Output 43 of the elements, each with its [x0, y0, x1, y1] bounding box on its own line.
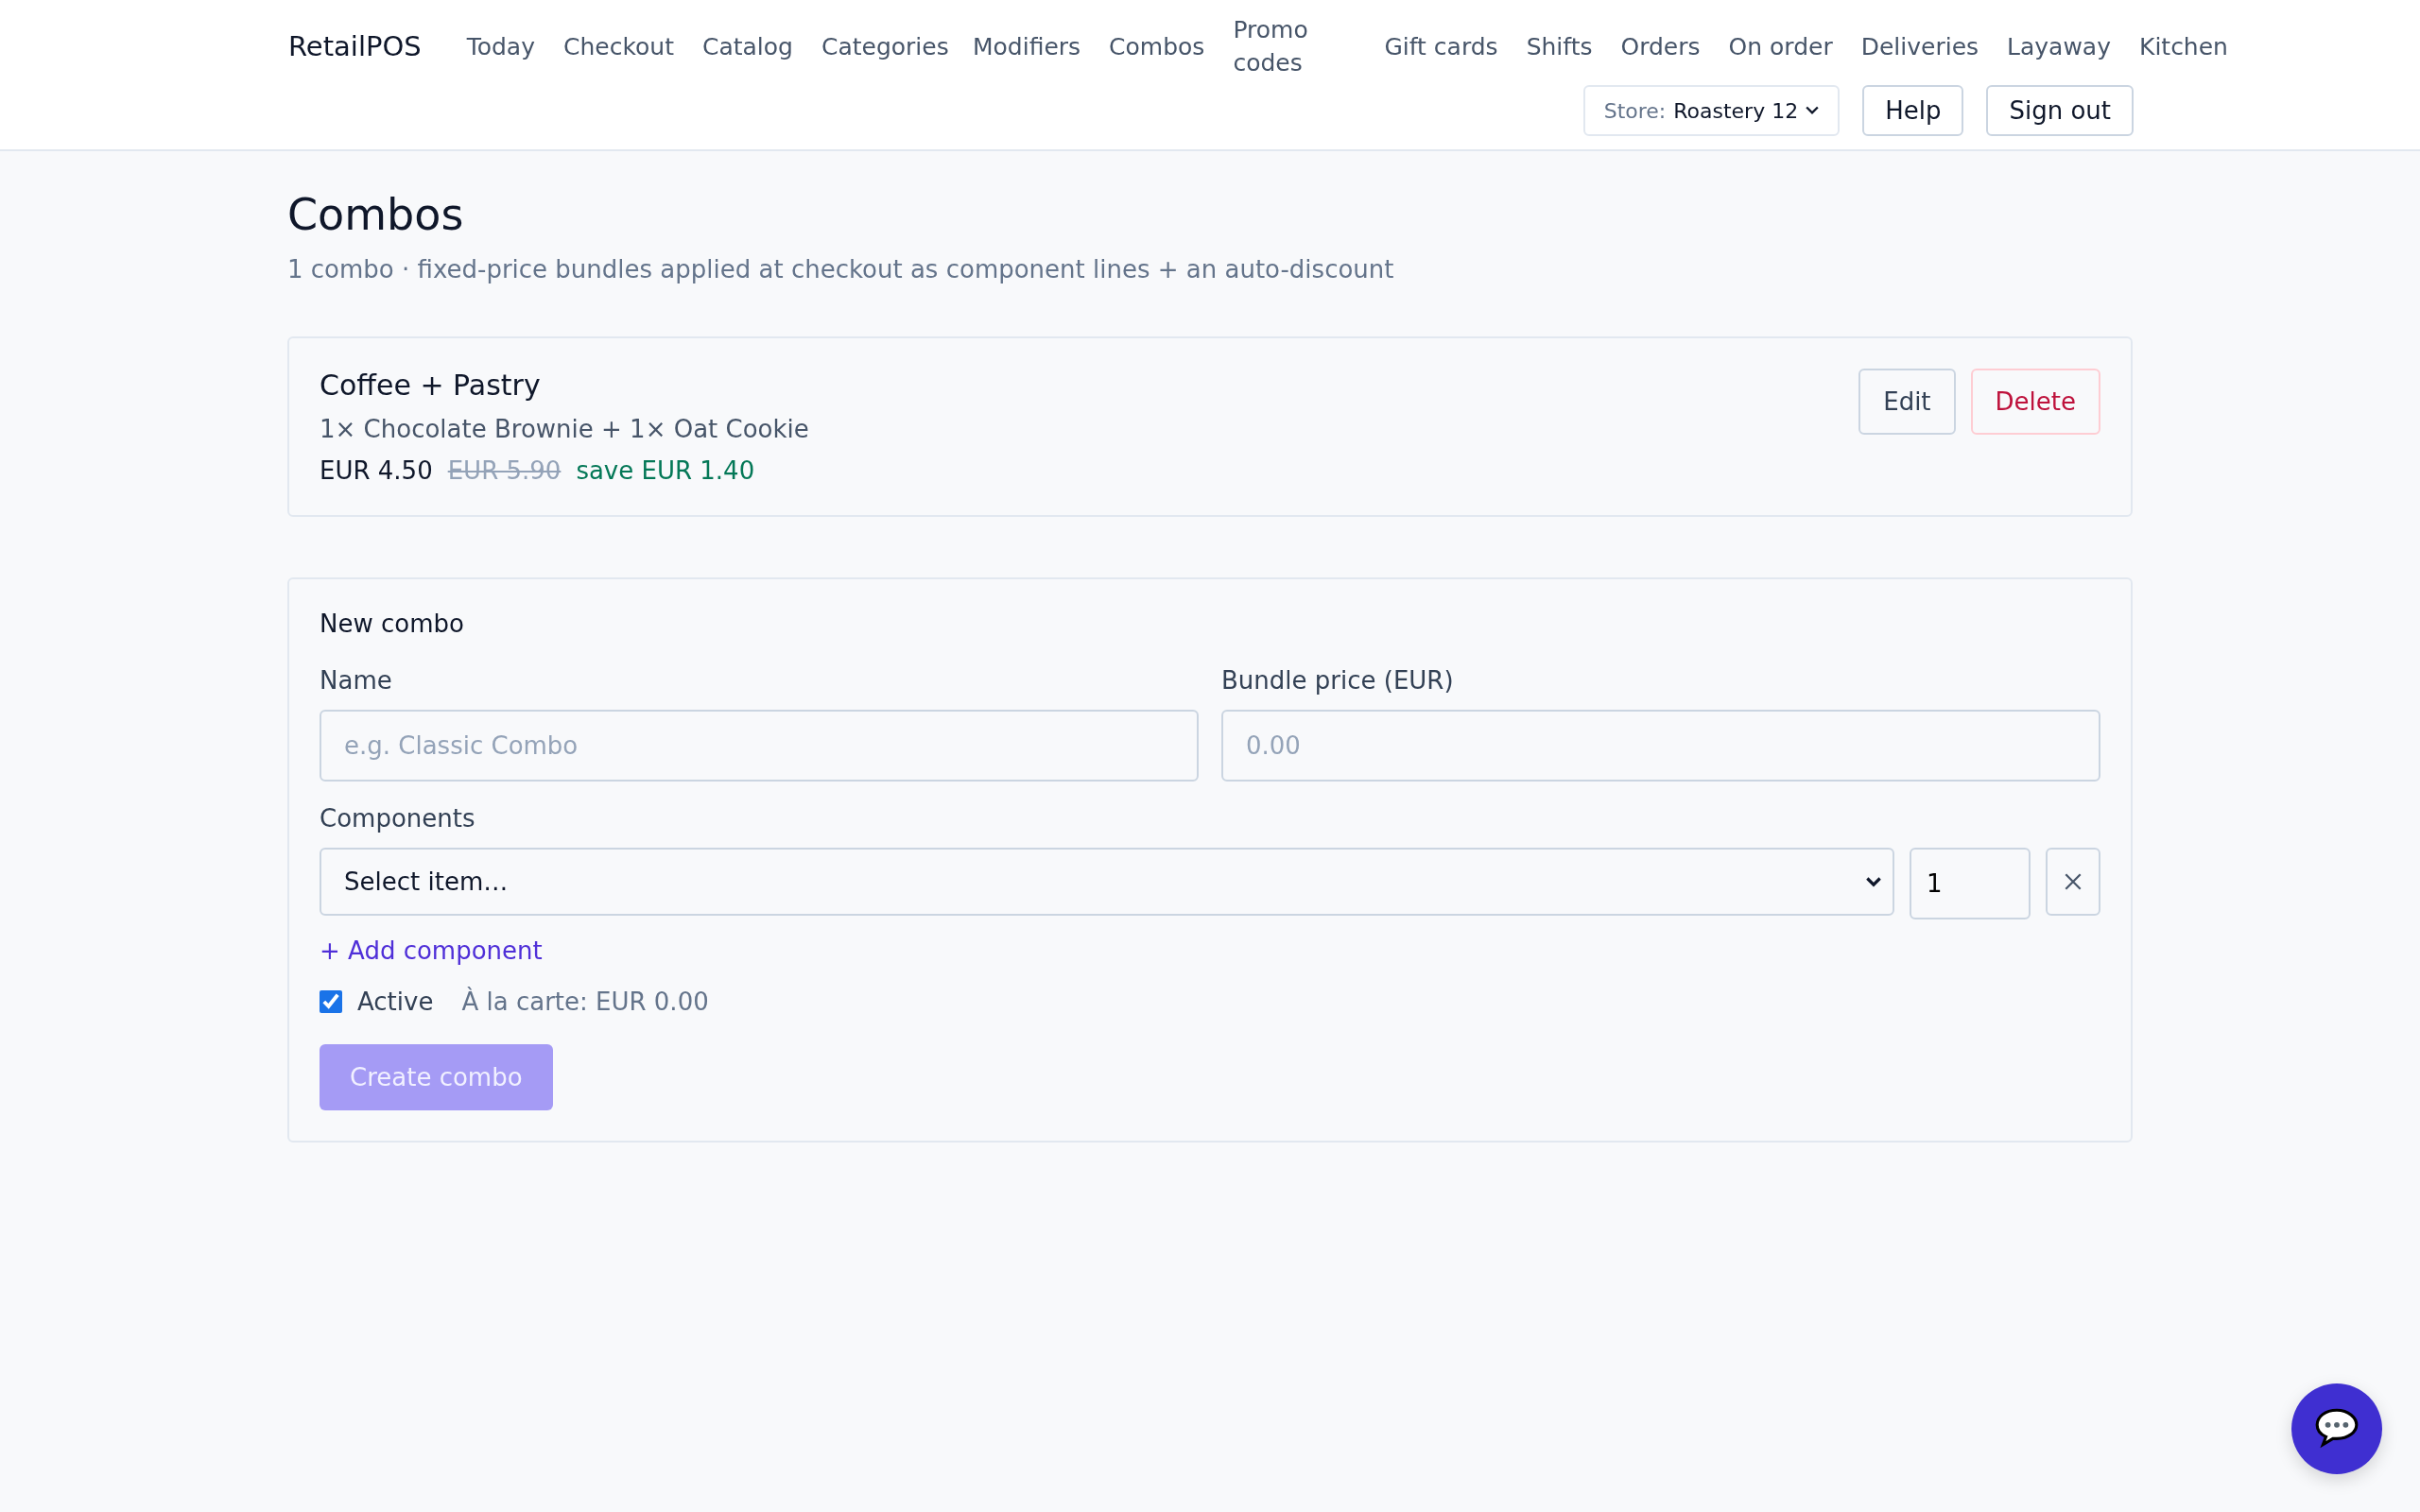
caret-icon: [1806, 106, 1820, 115]
combo-components: 1× Chocolate Brownie + 1× Oat Cookie: [320, 415, 809, 443]
edit-button[interactable]: Edit: [1858, 369, 1956, 435]
close-icon: [2063, 871, 2083, 892]
nav-link[interactable]: Kitchen: [2139, 29, 2228, 63]
page-subtitle: 1 combo · fixed-price bundles applied at checkout as component lines + an auto-discount: [287, 255, 1395, 284]
nav-link[interactable]: Layaway: [2007, 29, 2111, 63]
active-checkbox[interactable]: [320, 990, 342, 1013]
nav-link[interactable]: On order: [1728, 29, 1833, 63]
quantity-field[interactable]: 1: [1910, 848, 2031, 919]
nav-link[interactable]: Deliveries: [1860, 29, 1979, 63]
form-title: New combo: [320, 610, 465, 638]
nav-link[interactable]: Orders: [1620, 29, 1701, 63]
nav-link[interactable]: Promo codes: [1233, 13, 1357, 79]
a-la-carte-total: À la carte: EUR 0.00: [461, 988, 709, 1016]
nav-link[interactable]: Gift cards: [1384, 29, 1498, 63]
checkbox-label: Active: [357, 988, 434, 1016]
nav-link[interactable]: Checkout: [563, 29, 674, 63]
page-title: Combos: [287, 189, 465, 240]
savings-text: save EUR 1.40: [576, 456, 755, 485]
field-label: Components: [320, 804, 476, 833]
header-button[interactable]: Help: [1862, 85, 1964, 136]
field-label: Name: [320, 666, 393, 695]
chat-bubble-icon: [2313, 1407, 2360, 1451]
chevron-icon: [1866, 876, 1881, 887]
nav-link[interactable]: Catalog: [701, 29, 793, 63]
nav-link[interactable]: Shifts: [1526, 29, 1593, 63]
nav-link[interactable]: Modifiers: [972, 29, 1081, 63]
header-button[interactable]: Sign out: [1986, 85, 2134, 136]
delete-button[interactable]: Delete: [1970, 369, 2100, 435]
field-label: Bundle price (EUR): [1221, 666, 1455, 695]
item-select[interactable]: Select item…: [320, 848, 1894, 916]
combo-name: Coffee + Pastry: [320, 369, 542, 402]
nav-link[interactable]: Today: [466, 29, 535, 63]
combo-price: EUR 4.50: [320, 456, 433, 485]
add-component-link[interactable]: + Add component: [320, 936, 543, 965]
original-price: EUR 5.90: [447, 456, 562, 485]
name-field[interactable]: e.g. Classic Combo: [320, 710, 1199, 782]
brand-name[interactable]: RetailPOS: [288, 30, 422, 62]
price-field[interactable]: 0.00: [1221, 710, 2100, 782]
remove-button[interactable]: [2046, 848, 2100, 916]
store-select[interactable]: Store: Roastery 12: [1582, 85, 1841, 136]
nav-link[interactable]: Combos: [1109, 29, 1205, 63]
